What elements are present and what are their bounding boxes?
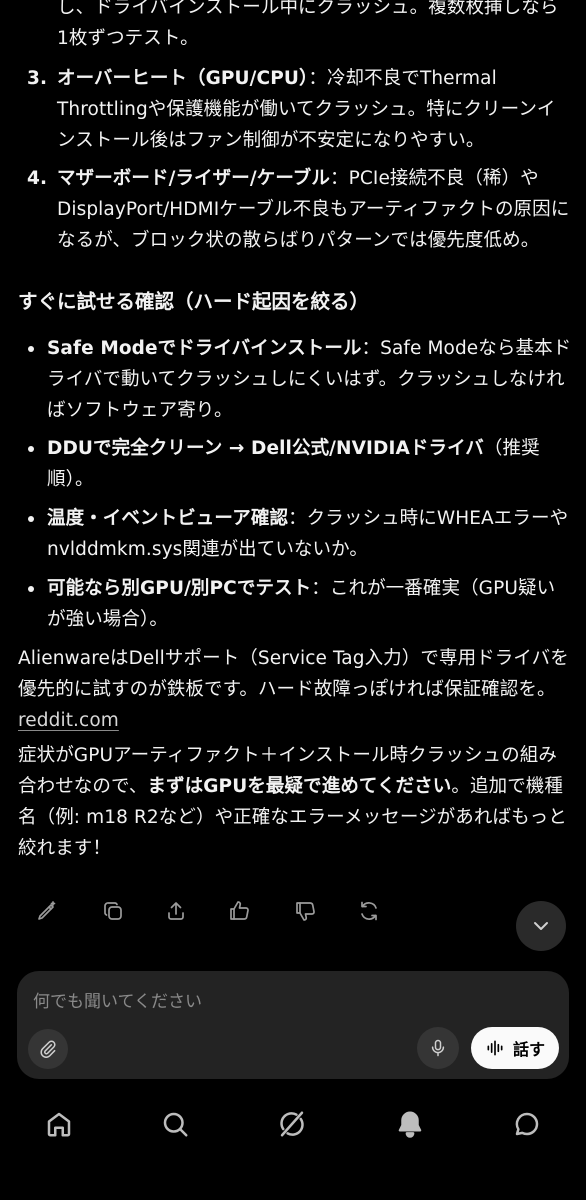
thumbs-up-icon[interactable] — [222, 892, 256, 930]
regenerate-icon[interactable] — [352, 892, 386, 930]
chevron-down-icon — [534, 922, 548, 930]
bullet-dot — [28, 516, 34, 522]
item-title: マザーボード/ライザー/ケーブル — [57, 168, 331, 189]
message-composer[interactable]: 何でも聞いてください 話す — [17, 971, 569, 1079]
waveform-icon — [487, 1040, 503, 1056]
grok-logo-icon[interactable] — [272, 1104, 312, 1144]
voice-mode-button[interactable]: 話す — [471, 1027, 559, 1069]
item-title: オーバーヒート（GPU/CPU） — [57, 68, 309, 89]
home-icon[interactable] — [39, 1104, 79, 1144]
attach-button[interactable] — [28, 1029, 68, 1069]
list-item-text: し、ドライバインストール中にクラッシュ。複数枚挿しなら — [57, 0, 559, 18]
bullet-title: Safe Modeでドライバインストール — [47, 338, 362, 359]
share-icon[interactable] — [159, 892, 193, 930]
paragraph-emphasis: まずはGPUを最疑で進めてください — [147, 776, 452, 797]
source-link[interactable]: reddit.com — [18, 710, 119, 731]
item-number: 4. — [27, 168, 48, 189]
microphone-button[interactable] — [417, 1027, 459, 1069]
paragraph: AlienwareはDellサポート（Service Tag入力）で専用ドライバ… — [18, 643, 574, 736]
messages-icon[interactable] — [507, 1104, 547, 1144]
voice-mode-label: 話す — [512, 1040, 545, 1059]
bullet-title: DDUで完全クリーン → Dell公式/NVIDIAドライバ — [47, 438, 484, 459]
section-heading: すぐに試せる確認（ハード起因を絞る） — [18, 290, 370, 313]
paragraph: 症状がGPUアーティファクト＋インストール時クラッシュの組み合わせなので、まずは… — [18, 740, 574, 864]
paperclip-icon — [40, 1040, 56, 1058]
bullet-dot — [28, 446, 34, 452]
edit-icon[interactable] — [30, 892, 64, 930]
list-item-text: 1枚ずつテスト。 — [57, 28, 199, 49]
thumbs-down-icon[interactable] — [288, 892, 322, 930]
bullet-title: 温度・イベントビューア確認 — [47, 508, 289, 529]
chat-response: し、ドライバインストール中にクラッシュ。複数枚挿しなら 1枚ずつテスト。 3. … — [0, 0, 586, 880]
message-input[interactable]: 何でも聞いてください — [33, 987, 202, 1012]
paragraph-text: AlienwareはDellサポート（Service Tag入力）で専用ドライバ… — [18, 648, 569, 700]
scroll-to-bottom-button[interactable] — [516, 901, 566, 951]
microphone-icon — [431, 1039, 445, 1057]
search-icon[interactable] — [155, 1104, 195, 1144]
bullet-dot — [28, 346, 34, 352]
copy-icon[interactable] — [96, 892, 130, 930]
bullet-title: 可能なら別GPU/別PCでテスト — [47, 578, 312, 599]
item-number: 3. — [27, 68, 48, 89]
bottom-navigation — [0, 1090, 586, 1160]
bullet-dot — [28, 586, 34, 592]
notifications-icon[interactable] — [390, 1104, 430, 1144]
